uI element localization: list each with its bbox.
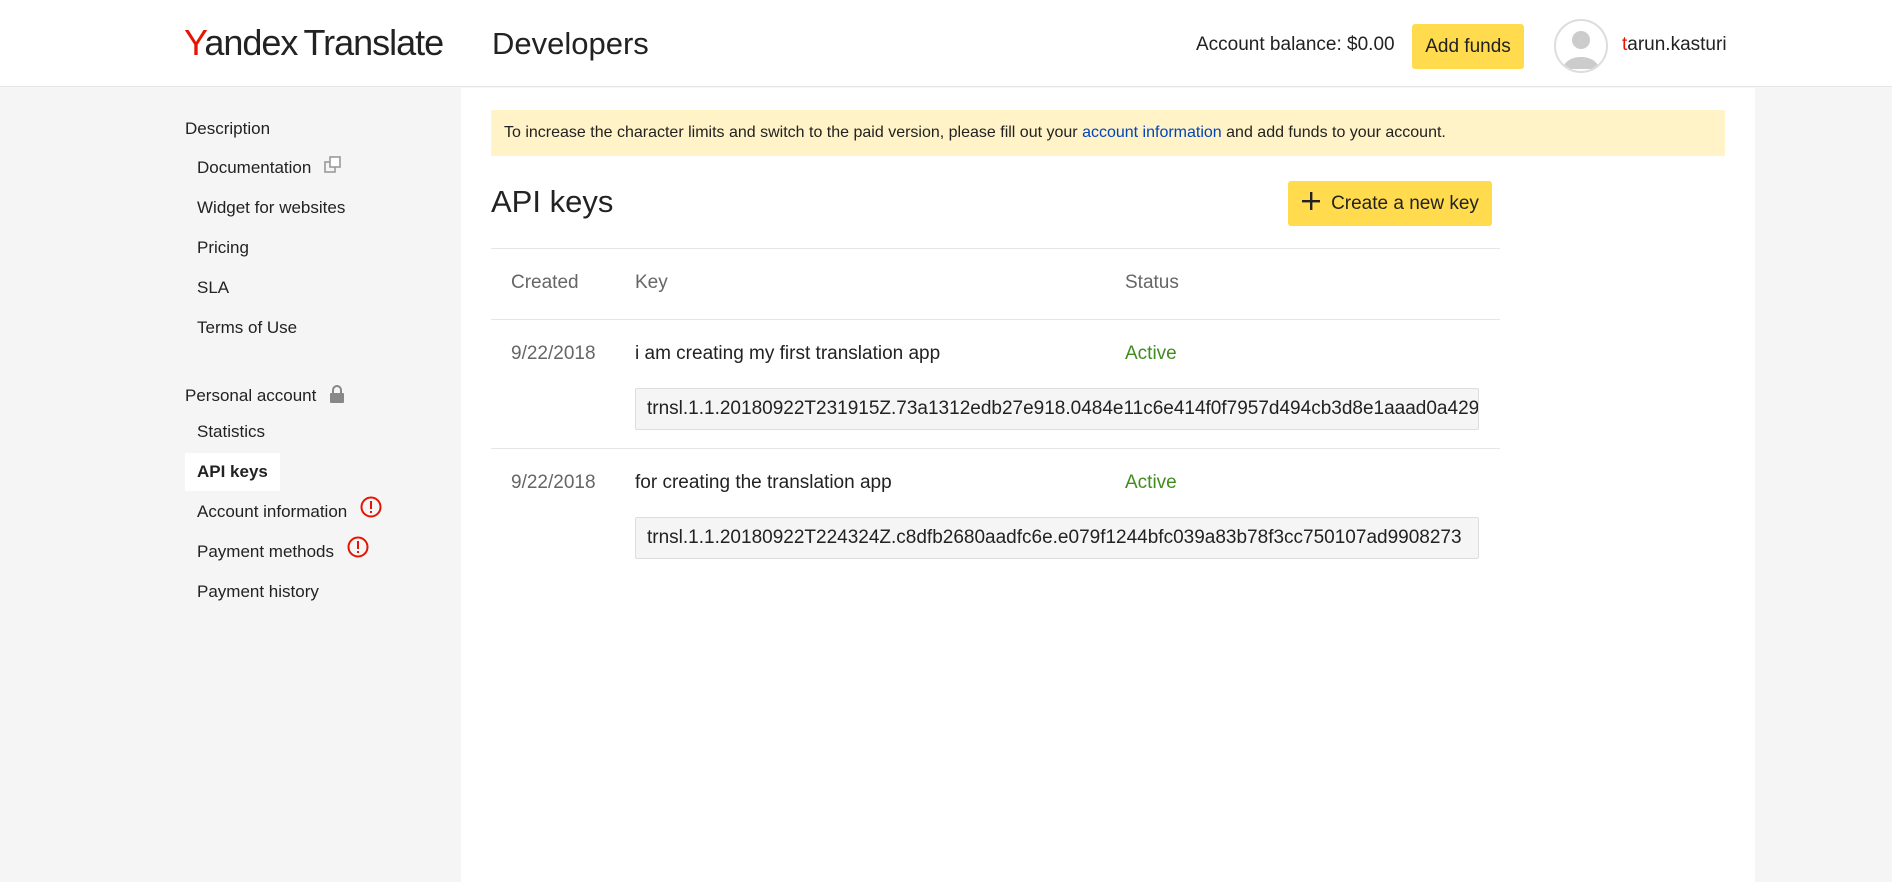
sidebar-item-payment-history[interactable]: Payment history bbox=[185, 573, 331, 611]
section-title: API keys bbox=[491, 184, 614, 219]
sidebar-heading-description: Description bbox=[185, 119, 271, 138]
main-content: To increase the character limits and swi… bbox=[461, 88, 1755, 882]
account-information-link[interactable]: account information bbox=[1082, 124, 1222, 141]
sidebar-item-account-information[interactable]: Account information bbox=[185, 493, 394, 531]
yandex-translate-logo[interactable]: Yandex Translate bbox=[184, 22, 444, 64]
column-header-created: Created bbox=[511, 272, 579, 293]
lock-icon bbox=[329, 385, 345, 408]
sidebar-item-sla[interactable]: SLA bbox=[185, 269, 241, 307]
divider bbox=[491, 248, 1500, 249]
column-header-status: Status bbox=[1125, 272, 1179, 293]
sidebar-item-api-keys[interactable]: API keys bbox=[185, 453, 280, 491]
add-funds-button[interactable]: Add funds bbox=[1412, 24, 1524, 69]
account-balance: Account balance: $0.00 bbox=[1196, 34, 1395, 55]
header: Yandex Translate Developers Account balan… bbox=[0, 0, 1892, 87]
sidebar-item-terms[interactable]: Terms of Use bbox=[185, 309, 309, 347]
sidebar-heading-personal-account: Personal account bbox=[185, 385, 345, 408]
key-created-date: 9/22/2018 bbox=[511, 472, 596, 493]
sidebar-item-pricing[interactable]: Pricing bbox=[185, 229, 261, 267]
user-avatar-icon[interactable] bbox=[1554, 19, 1608, 73]
key-name[interactable]: for creating the translation app bbox=[635, 472, 892, 494]
api-key-value[interactable]: trnsl.1.1.20180922T231915Z.73a1312edb27e… bbox=[635, 388, 1479, 430]
key-name[interactable]: i am creating my first translation app bbox=[635, 343, 940, 365]
api-key-value[interactable]: trnsl.1.1.20180922T224324Z.c8dfb2680aadf… bbox=[635, 517, 1479, 559]
notice-banner: To increase the character limits and swi… bbox=[491, 110, 1725, 156]
column-header-key: Key bbox=[635, 272, 668, 293]
key-status[interactable]: Active bbox=[1125, 472, 1177, 494]
divider bbox=[491, 448, 1500, 449]
plus-icon bbox=[1301, 191, 1321, 217]
warning-icon bbox=[360, 494, 382, 532]
external-link-icon bbox=[324, 150, 342, 188]
sidebar: Description Documentation Widget for web… bbox=[0, 88, 460, 882]
warning-icon bbox=[347, 534, 369, 572]
sidebar-item-payment-methods[interactable]: Payment methods bbox=[185, 533, 381, 571]
create-new-key-button[interactable]: Create a new key bbox=[1288, 181, 1492, 226]
key-status[interactable]: Active bbox=[1125, 343, 1177, 365]
divider bbox=[491, 319, 1500, 320]
page-title: Developers bbox=[492, 26, 649, 61]
sidebar-item-widget[interactable]: Widget for websites bbox=[185, 189, 357, 227]
key-created-date: 9/22/2018 bbox=[511, 343, 596, 364]
username-link[interactable]: tarun.kasturi bbox=[1622, 34, 1727, 56]
sidebar-item-documentation[interactable]: Documentation bbox=[185, 149, 354, 187]
sidebar-item-statistics[interactable]: Statistics bbox=[185, 413, 277, 451]
